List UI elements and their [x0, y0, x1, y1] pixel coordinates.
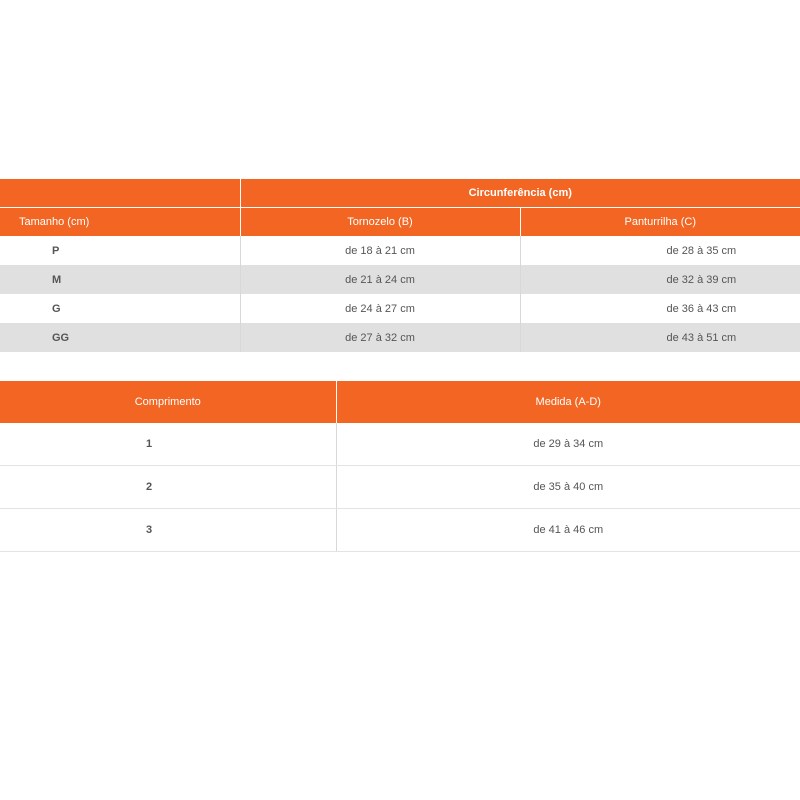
table-row: 1 de 29 à 34 cm [0, 423, 800, 466]
measure-column-header: Medida (A-D) [335, 381, 800, 423]
size-table: Circunferência (cm) Tamanho (cm) Tornoze… [0, 179, 800, 352]
length-table-header-row: Comprimento Medida (A-D) [0, 381, 800, 423]
measure-cell: de 41 à 46 cm [335, 508, 800, 552]
table-row: P de 18 à 21 cm de 28 à 35 cm [0, 236, 800, 265]
size-cell: M [0, 265, 240, 294]
table-row: 2 de 35 à 40 cm [0, 465, 800, 509]
ankle-cell: de 18 à 21 cm [239, 236, 520, 265]
length-cell: 3 [0, 508, 336, 552]
length-table: Comprimento Medida (A-D) 1 de 29 à 34 cm… [0, 381, 800, 552]
size-table-group-header-row: Circunferência (cm) [0, 179, 800, 208]
size-cell: P [0, 236, 240, 265]
calf-cell: de 32 à 39 cm [519, 265, 800, 294]
calf-cell: de 43 à 51 cm [519, 323, 800, 352]
measure-cell: de 35 à 40 cm [335, 465, 800, 509]
calf-cell: de 36 à 43 cm [519, 294, 800, 323]
size-table-header-row: Tamanho (cm) Tornozelo (B) Panturrilha (… [0, 207, 800, 236]
length-column-header: Comprimento [0, 381, 336, 423]
calf-cell: de 28 à 35 cm [519, 236, 800, 265]
length-cell: 1 [0, 423, 336, 466]
size-table-empty-header [0, 179, 240, 208]
length-cell: 2 [0, 465, 336, 509]
ankle-cell: de 24 à 27 cm [239, 294, 520, 323]
size-column-header: Tamanho (cm) [0, 207, 240, 236]
circumference-header: Circunferência (cm) [239, 179, 800, 208]
table-row: GG de 27 à 32 cm de 43 à 51 cm [0, 323, 800, 352]
size-cell: GG [0, 323, 240, 352]
table-row: M de 21 à 24 cm de 32 à 39 cm [0, 265, 800, 294]
size-cell: G [0, 294, 240, 323]
measure-cell: de 29 à 34 cm [335, 423, 800, 466]
ankle-cell: de 21 à 24 cm [239, 265, 520, 294]
table-row: G de 24 à 27 cm de 36 à 43 cm [0, 294, 800, 323]
calf-column-header: Panturrilha (C) [519, 207, 800, 236]
table-row: 3 de 41 à 46 cm [0, 508, 800, 552]
ankle-column-header: Tornozelo (B) [239, 207, 520, 236]
ankle-cell: de 27 à 32 cm [239, 323, 520, 352]
